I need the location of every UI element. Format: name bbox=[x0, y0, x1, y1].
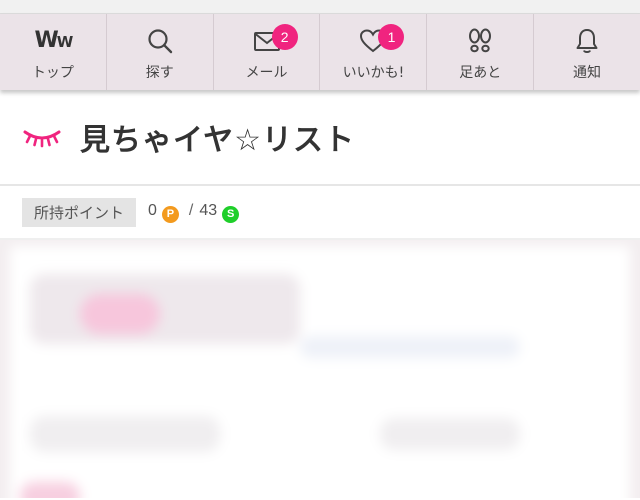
nav-label-top: トップ bbox=[31, 65, 74, 81]
nav-label-mail: メール bbox=[245, 65, 288, 81]
like-count-badge: 1 bbox=[378, 24, 405, 50]
points-separator: / bbox=[188, 201, 194, 219]
blurred-badge bbox=[20, 482, 80, 498]
nav-item-footprints[interactable]: 足あと bbox=[427, 14, 535, 90]
page-header: 見ちゃイヤ☆リスト bbox=[0, 90, 640, 186]
closed-eye-icon bbox=[23, 130, 61, 148]
nav-label-footprints: 足あと bbox=[459, 65, 502, 81]
blurred-text-line bbox=[300, 336, 520, 358]
nav-item-search[interactable]: 探す bbox=[107, 14, 214, 90]
nav-label-search: 探す bbox=[145, 65, 174, 81]
top-strip bbox=[0, 0, 640, 14]
points-label: 所持ポイント bbox=[22, 197, 137, 227]
blurred-list-area bbox=[0, 240, 640, 498]
points-balance: 0 P / 43 S bbox=[148, 202, 243, 223]
nav-label-like: いいかも! bbox=[342, 65, 405, 81]
nav-item-top[interactable]: WW トップ bbox=[0, 14, 107, 90]
nav-item-like[interactable]: いいかも! 1 bbox=[320, 14, 428, 90]
blurred-avatar bbox=[30, 274, 300, 344]
nav-item-notify[interactable]: 通知 bbox=[534, 14, 640, 90]
blurred-highlight bbox=[80, 294, 160, 334]
page-title: 見ちゃイヤ☆リスト bbox=[80, 123, 355, 158]
footprints-icon bbox=[463, 24, 497, 58]
bell-icon bbox=[570, 24, 604, 58]
s-coin-icon: S bbox=[222, 205, 240, 223]
s-points-value: 43 bbox=[199, 201, 218, 219]
main-nav: WW トップ 探す メール 2 いいかも! 1 足あと 通知 bbox=[0, 14, 640, 90]
search-icon bbox=[143, 24, 177, 58]
mail-count-badge: 2 bbox=[271, 24, 298, 50]
points-bar: 所持ポイント 0 P / 43 S bbox=[0, 186, 640, 240]
ww-logo-icon: WW bbox=[34, 27, 74, 53]
p-points-value: 0 bbox=[148, 201, 157, 219]
nav-label-notify: 通知 bbox=[573, 65, 602, 81]
blurred-list-item[interactable] bbox=[10, 246, 630, 498]
blurred-text-line bbox=[380, 418, 520, 450]
p-coin-icon: P bbox=[161, 205, 179, 223]
blurred-text-line bbox=[30, 416, 220, 452]
nav-item-mail[interactable]: メール 2 bbox=[214, 14, 321, 90]
